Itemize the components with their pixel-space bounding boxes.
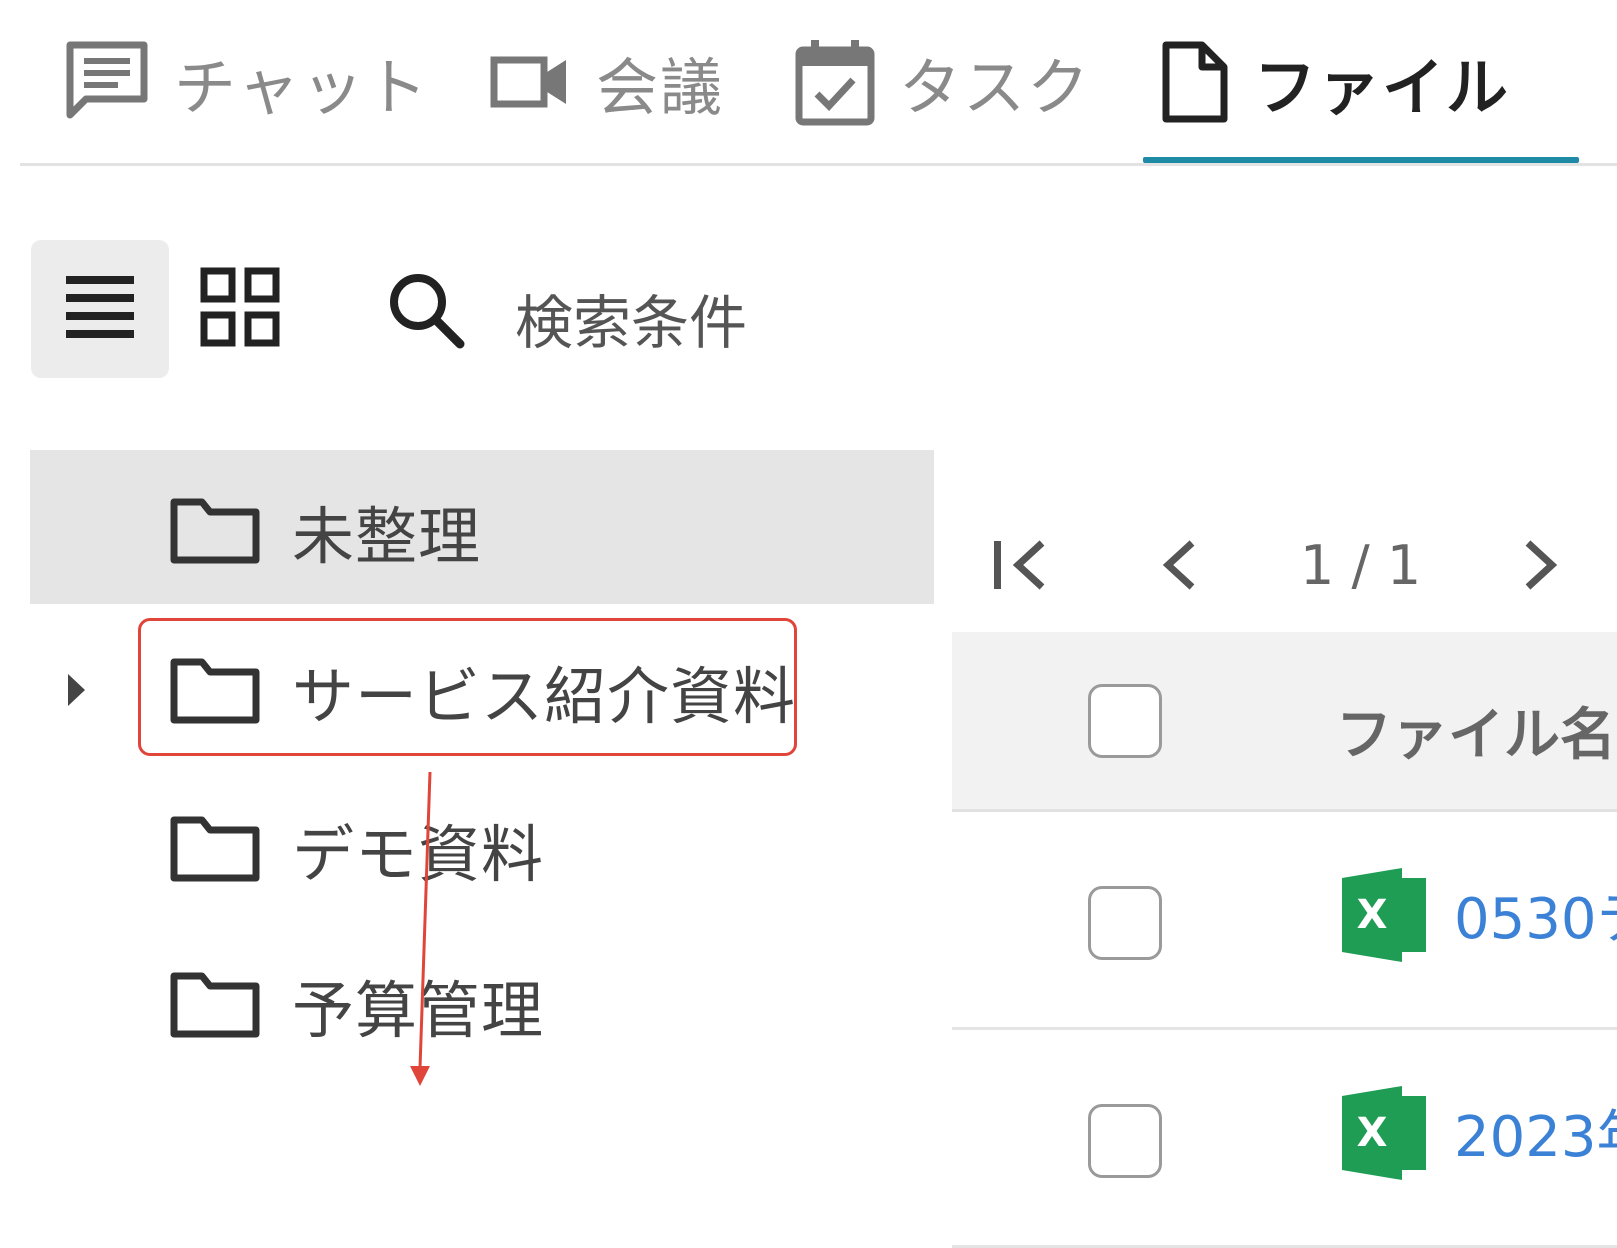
search-conditions-label[interactable]: 検索条件 [515,276,747,360]
previous-page-button[interactable] [1158,520,1202,610]
select-all-checkbox[interactable] [1088,684,1162,758]
page-indicator: 1 / 1 [1300,533,1422,597]
video-icon [490,52,572,112]
table-row[interactable]: X 2023年 [952,1030,1617,1248]
folder-item-demo[interactable]: デモ資料 [30,768,934,922]
tab-meeting[interactable]: 会議 [490,34,724,130]
folder-name: 未整理 [292,500,482,573]
svg-text:X: X [1357,892,1388,938]
file-name-link[interactable]: 2023年 [1454,1092,1617,1173]
tab-files[interactable]: ファイル [1160,34,1510,130]
calendar-check-icon [795,38,875,126]
chevron-left-icon [1162,540,1195,590]
annotation-arrow [410,771,432,1086]
folder-icon [170,816,260,886]
list-view-button[interactable] [31,240,169,378]
excel-file-icon: X [1340,1084,1430,1186]
next-page-button[interactable] [1518,520,1562,610]
list-view-icon [64,274,136,344]
chat-icon [64,39,150,125]
file-icon [1160,39,1230,125]
search-icon [384,268,468,356]
first-page-button[interactable] [990,520,1054,610]
svg-text:X: X [1357,1110,1388,1156]
folder-item-unsorted[interactable]: 未整理 [30,450,934,604]
chevron-right-icon [1525,540,1558,590]
row-checkbox[interactable] [1088,1104,1162,1178]
table-row[interactable]: X 0530テ [952,812,1617,1030]
folder-icon [170,972,260,1042]
tab-files-label: ファイル [1254,51,1511,124]
expand-caret-icon[interactable] [68,674,85,706]
highlight-box [138,618,797,756]
file-name-link[interactable]: 0530テ [1454,874,1617,955]
search-button[interactable] [378,264,474,360]
row-checkbox[interactable] [1088,886,1162,960]
table-header: ファイル名 [952,632,1617,812]
column-header-file-name[interactable]: ファイル名 [1336,690,1616,771]
active-tab-indicator [1143,157,1579,163]
first-page-icon [994,540,1045,590]
tab-meeting-label: 会議 [596,51,725,124]
tab-task[interactable]: タスク [795,34,1091,130]
grid-view-button[interactable] [188,250,292,368]
folder-icon [170,498,260,568]
tab-task-label: タスク [899,51,1092,124]
grid-view-icon [200,267,280,351]
folder-item-budget[interactable]: 予算管理 [30,924,934,1078]
tab-chat-label: チャット [174,51,430,124]
tab-chat[interactable]: チャット [64,34,429,130]
excel-file-icon: X [1340,866,1430,968]
